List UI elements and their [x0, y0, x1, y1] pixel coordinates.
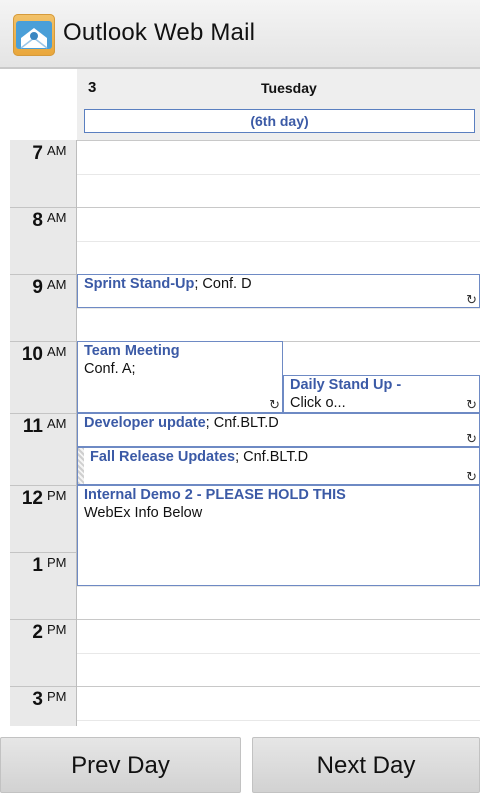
event-location: Conf. A; [84, 361, 136, 377]
hour-number: 2 [32, 622, 43, 643]
hour-ampm: AM [47, 210, 67, 225]
sync-recurring-icon: ↻ [269, 397, 280, 412]
gutter-line [10, 413, 76, 414]
half-hour-line [77, 174, 480, 175]
hour-ampm: PM [47, 622, 67, 637]
event-location: ; Cnf.BLT.D [235, 449, 309, 465]
half-hour-line [77, 653, 480, 654]
hour-ampm: PM [47, 689, 67, 704]
sync-recurring-icon: ↻ [466, 397, 477, 412]
app-title: Outlook Web Mail [63, 19, 256, 46]
weekday-label: Tuesday [261, 80, 317, 96]
hour-number: 9 [32, 277, 43, 298]
hour-number: 10 [21, 344, 43, 365]
hour-line [77, 619, 480, 620]
sync-recurring-icon: ↻ [466, 469, 477, 484]
event-daily-stand-up[interactable]: Daily Stand Up - Click o... ↻ [283, 375, 480, 413]
event-location: WebEx Info Below [84, 505, 203, 521]
hour-line [77, 686, 480, 687]
event-title: Developer update [84, 415, 206, 431]
hour-ampm: AM [47, 277, 67, 292]
date-number: 3 [88, 79, 97, 96]
gutter-line [10, 552, 76, 553]
hour-ampm: AM [47, 416, 67, 431]
hour-number: 3 [32, 689, 43, 710]
gutter-line [10, 341, 76, 342]
event-sprint-stand-up[interactable]: Sprint Stand-Up; Conf. D ↻ [77, 274, 480, 308]
tentative-stripe [78, 448, 84, 484]
all-day-event[interactable]: (6th day) [84, 109, 475, 133]
bottom-bar: Prev Day Next Day [0, 726, 480, 800]
hour-ampm: AM [47, 344, 67, 359]
gutter-line [10, 686, 76, 687]
hour-line [77, 140, 480, 141]
event-internal-demo[interactable]: Internal Demo 2 - PLEASE HOLD THIS WebEx… [77, 485, 480, 586]
event-developer-update[interactable]: Developer update; Cnf.BLT.D ↻ [77, 413, 480, 447]
event-title: Daily Stand Up - [290, 377, 402, 393]
half-hour-line [77, 586, 480, 587]
event-location: Click o... [290, 395, 346, 411]
hour-number: 8 [32, 210, 43, 231]
title-bar: Outlook Web Mail [0, 0, 480, 69]
hour-line [77, 207, 480, 208]
gutter-line [10, 207, 76, 208]
time-grid[interactable]: Sprint Stand-Up; Conf. D ↻ Team Meeting … [77, 140, 480, 726]
sync-recurring-icon: ↻ [466, 292, 477, 307]
event-title: Sprint Stand-Up [84, 276, 195, 292]
event-fall-release-updates[interactable]: Fall Release Updates; Cnf.BLT.D ↻ [77, 447, 480, 485]
half-hour-line [77, 241, 480, 242]
gutter-line [10, 619, 76, 620]
hour-number: 1 [32, 555, 43, 576]
gutter-line [10, 274, 76, 275]
half-hour-line [77, 308, 480, 309]
prev-day-button[interactable]: Prev Day [0, 737, 241, 793]
event-title: Internal Demo 2 - PLEASE HOLD THIS [84, 487, 346, 503]
event-location: ; Conf. D [194, 276, 252, 292]
day-view: 3 Tuesday (6th day) 7 AM 8 AM 9 AM 10 AM… [0, 69, 480, 726]
gutter-line [10, 485, 76, 486]
hour-gutter: 7 AM 8 AM 9 AM 10 AM 11 AM 12 PM 1 PM 2 [10, 140, 77, 726]
hour-number: 11 [22, 416, 43, 437]
hour-ampm: AM [47, 143, 67, 158]
event-team-meeting[interactable]: Team Meeting Conf. A; ↻ [77, 341, 283, 413]
event-title: Fall Release Updates [90, 449, 236, 465]
next-day-button[interactable]: Next Day [252, 737, 480, 793]
event-location: ; Cnf.BLT.D [205, 415, 279, 431]
mail-envelope-icon [13, 14, 55, 56]
event-title: Team Meeting [84, 343, 180, 359]
hour-ampm: PM [47, 488, 67, 503]
day-header: 3 Tuesday (6th day) [77, 69, 480, 140]
hour-number: 12 [21, 488, 43, 509]
hour-number: 7 [32, 143, 43, 164]
hour-ampm: PM [47, 555, 67, 570]
sync-recurring-icon: ↻ [466, 431, 477, 446]
half-hour-line [77, 720, 480, 721]
header-gutter [0, 69, 77, 140]
